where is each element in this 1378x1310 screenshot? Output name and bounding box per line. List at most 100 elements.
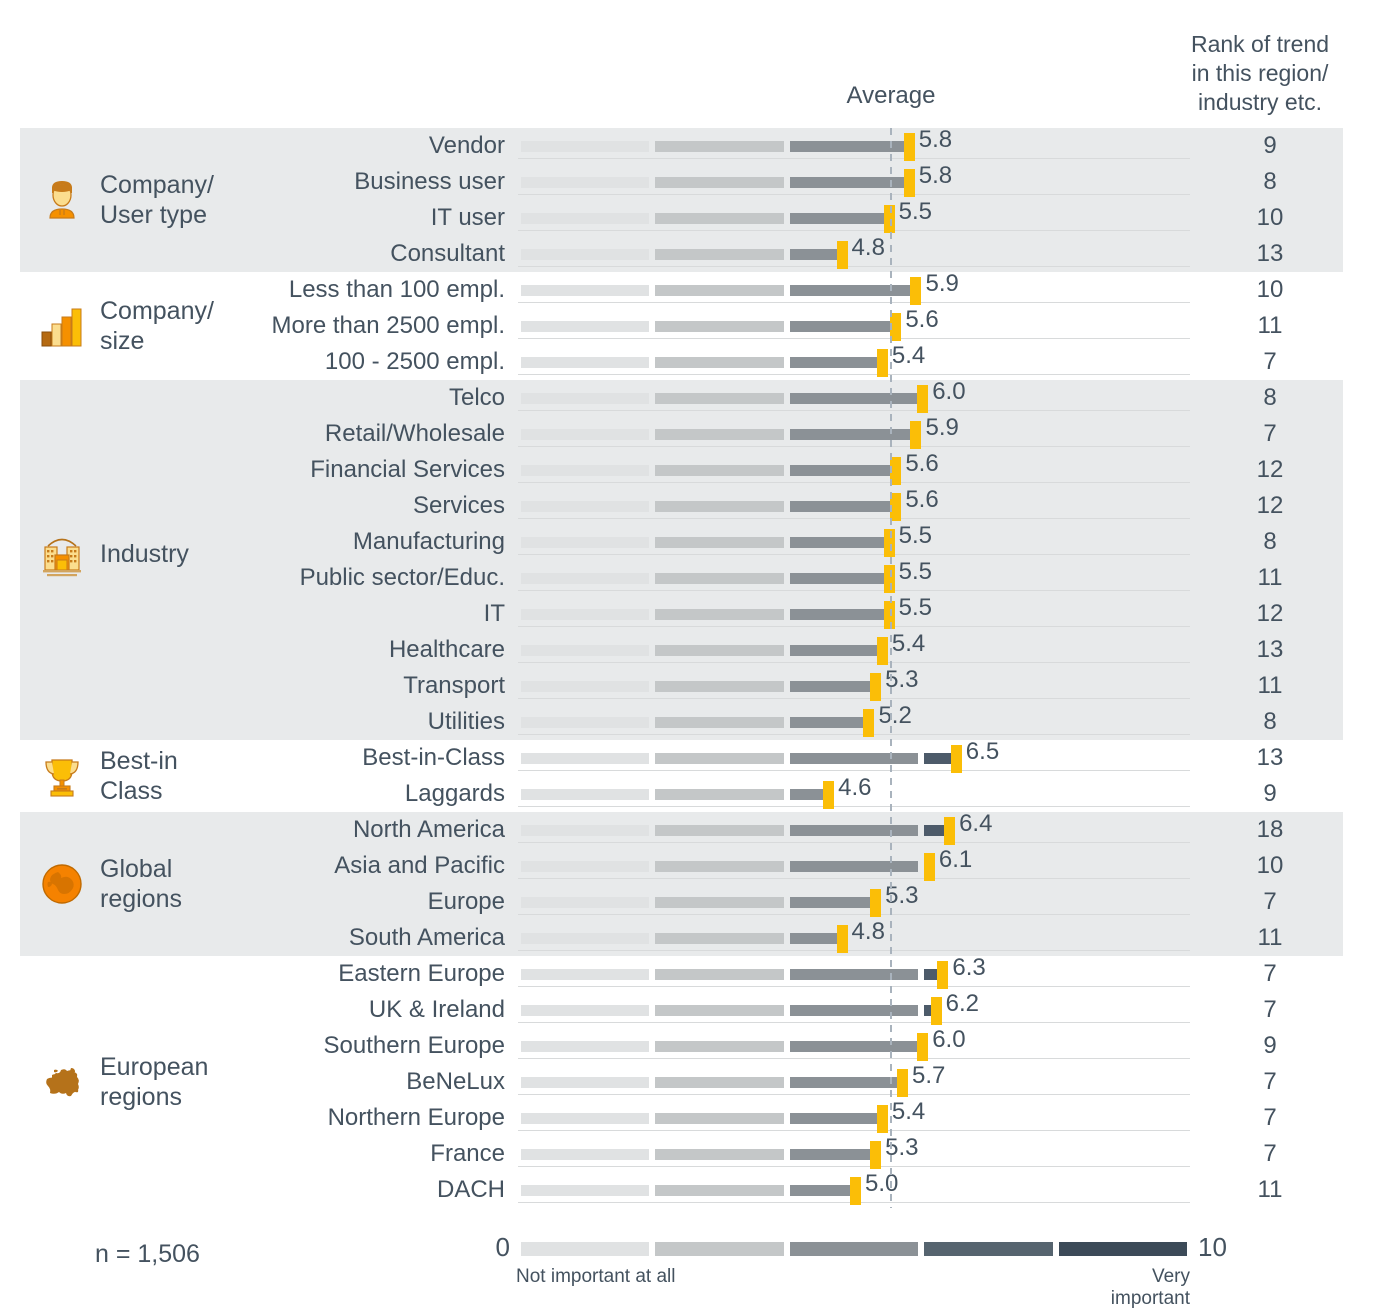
- bar-segment: [789, 1005, 919, 1016]
- table-row[interactable]: UK & Ireland 6.2 7: [0, 990, 1378, 1028]
- chart-group: Global regions North America 6.4 18 Asia and…: [0, 810, 1378, 956]
- bar-segment: [789, 1113, 878, 1124]
- row-label: Asia and Pacific: [334, 852, 505, 879]
- legend-very-important: Very important: [1110, 1266, 1190, 1309]
- table-row[interactable]: Retail/Wholesale 5.9 7: [0, 414, 1378, 452]
- bar-segment: [655, 861, 784, 872]
- bar-segment: [789, 285, 912, 296]
- bar-segment: [521, 1185, 650, 1196]
- table-row[interactable]: Utilities 5.2 8: [0, 702, 1378, 740]
- row-label: Financial Services: [310, 456, 505, 483]
- table-row[interactable]: Europe 5.3 7: [0, 882, 1378, 920]
- bar-segment: [521, 1077, 650, 1088]
- scale-min-label: 0: [495, 1232, 510, 1262]
- bar-segment: [655, 537, 784, 548]
- row-baseline: [518, 914, 1190, 915]
- average-marker: [890, 313, 902, 341]
- table-row[interactable]: IT 5.5 12: [0, 594, 1378, 632]
- row-label: Southern Europe: [323, 1032, 505, 1059]
- value-bar: [518, 1005, 1190, 1016]
- table-row[interactable]: France 5.3 7: [0, 1134, 1378, 1172]
- bar-segment: [789, 861, 919, 872]
- scale-max-label: 10: [1198, 1232, 1227, 1262]
- value-bar: [518, 321, 1190, 332]
- table-row[interactable]: Southern Europe 6.0 9: [0, 1026, 1378, 1064]
- rank-value: 9: [1263, 1032, 1277, 1059]
- bar-segment: [655, 177, 784, 188]
- bar-segment: [521, 753, 650, 764]
- value-label: 5.7: [912, 1062, 946, 1089]
- bar-segment: [521, 1113, 650, 1124]
- value-label: 5.9: [925, 270, 959, 297]
- bar-segment: [521, 321, 650, 332]
- table-row[interactable]: Laggards 4.6 9: [0, 774, 1378, 812]
- bar-segment: [521, 1005, 650, 1016]
- table-row[interactable]: Best-in-Class 6.5 13: [0, 738, 1378, 776]
- value-bar: [518, 501, 1190, 512]
- row-label: Services: [412, 492, 505, 519]
- row-label: South America: [348, 924, 505, 951]
- table-row[interactable]: Public sector/Educ. 5.5 11: [0, 558, 1378, 596]
- chart-footer: n = 1,506 0 10 Not important at all Very…: [0, 1228, 1378, 1309]
- rank-value: 10: [1256, 852, 1284, 879]
- table-row[interactable]: North America 6.4 18: [0, 810, 1378, 848]
- table-row[interactable]: Transport 5.3 11: [0, 666, 1378, 704]
- table-row[interactable]: Financial Services 5.6 12: [0, 450, 1378, 488]
- table-row[interactable]: DACH 5.0 11: [0, 1170, 1378, 1208]
- rank-value: 7: [1263, 348, 1277, 375]
- row-label: Northern Europe: [327, 1104, 505, 1131]
- scale-segment: [924, 1242, 1053, 1256]
- sample-size-label: n = 1,506: [95, 1240, 200, 1268]
- table-row[interactable]: Less than 100 empl. 5.9 10: [0, 270, 1378, 308]
- row-baseline: [518, 266, 1190, 267]
- rank-value: 7: [1263, 888, 1277, 915]
- table-row[interactable]: BeNeLux 5.7 7: [0, 1062, 1378, 1100]
- rank-value: 7: [1263, 1140, 1277, 1167]
- table-row[interactable]: Business user 5.8 8: [0, 162, 1378, 200]
- value-label: 5.5: [898, 558, 932, 585]
- value-label: 6.0: [932, 1026, 966, 1053]
- average-marker: [930, 997, 942, 1025]
- rank-value: 10: [1256, 276, 1284, 303]
- value-label: 6.5: [965, 738, 1000, 765]
- bar-segment: [655, 681, 784, 692]
- rank-header-line: Rank of trend: [1190, 31, 1330, 57]
- rank-value: 7: [1263, 960, 1277, 987]
- bar-segment: [655, 1005, 784, 1016]
- table-row[interactable]: IT user 5.5 10: [0, 198, 1378, 236]
- bar-segment: [521, 861, 650, 872]
- value-label: 6.4: [959, 810, 993, 837]
- table-row[interactable]: Consultant 4.8 13: [0, 234, 1378, 272]
- table-row[interactable]: More than 2500 empl. 5.6 11: [0, 306, 1378, 344]
- table-row[interactable]: Northern Europe 5.4 7: [0, 1098, 1378, 1136]
- average-marker: [917, 1033, 929, 1061]
- value-bar: [518, 609, 1190, 620]
- table-row[interactable]: Eastern Europe 6.3 7: [0, 954, 1378, 992]
- table-row[interactable]: Services 5.6 12: [0, 486, 1378, 524]
- value-bar: [518, 753, 1190, 764]
- value-bar: [518, 465, 1190, 476]
- table-row[interactable]: Manufacturing 5.5 8: [0, 522, 1378, 560]
- row-baseline: [518, 194, 1190, 195]
- average-marker: [836, 925, 848, 953]
- rank-value: 13: [1256, 636, 1284, 663]
- bar-segment: [521, 141, 650, 152]
- row-label: Laggards: [404, 780, 505, 807]
- table-row[interactable]: Vendor 5.8 9: [0, 126, 1378, 164]
- table-row[interactable]: Asia and Pacific 6.1 10: [0, 846, 1378, 884]
- table-row[interactable]: Healthcare 5.4 13: [0, 630, 1378, 668]
- table-row[interactable]: South America 4.8 11: [0, 918, 1378, 956]
- value-label: 5.8: [918, 162, 953, 189]
- bar-segment: [924, 825, 946, 836]
- bar-segment: [789, 429, 912, 440]
- bar-segment: [655, 249, 784, 260]
- row-label: More than 2500 empl.: [271, 312, 505, 339]
- row-label: Manufacturing: [352, 528, 505, 555]
- bar-segment: [789, 213, 885, 224]
- table-row[interactable]: Telco 6.0 8: [0, 378, 1378, 416]
- average-marker: [903, 133, 915, 161]
- bar-segment: [655, 789, 784, 800]
- table-row[interactable]: 100 - 2500 empl. 5.4 7: [0, 342, 1378, 380]
- bar-segment: [789, 393, 919, 404]
- bar-segment: [789, 681, 872, 692]
